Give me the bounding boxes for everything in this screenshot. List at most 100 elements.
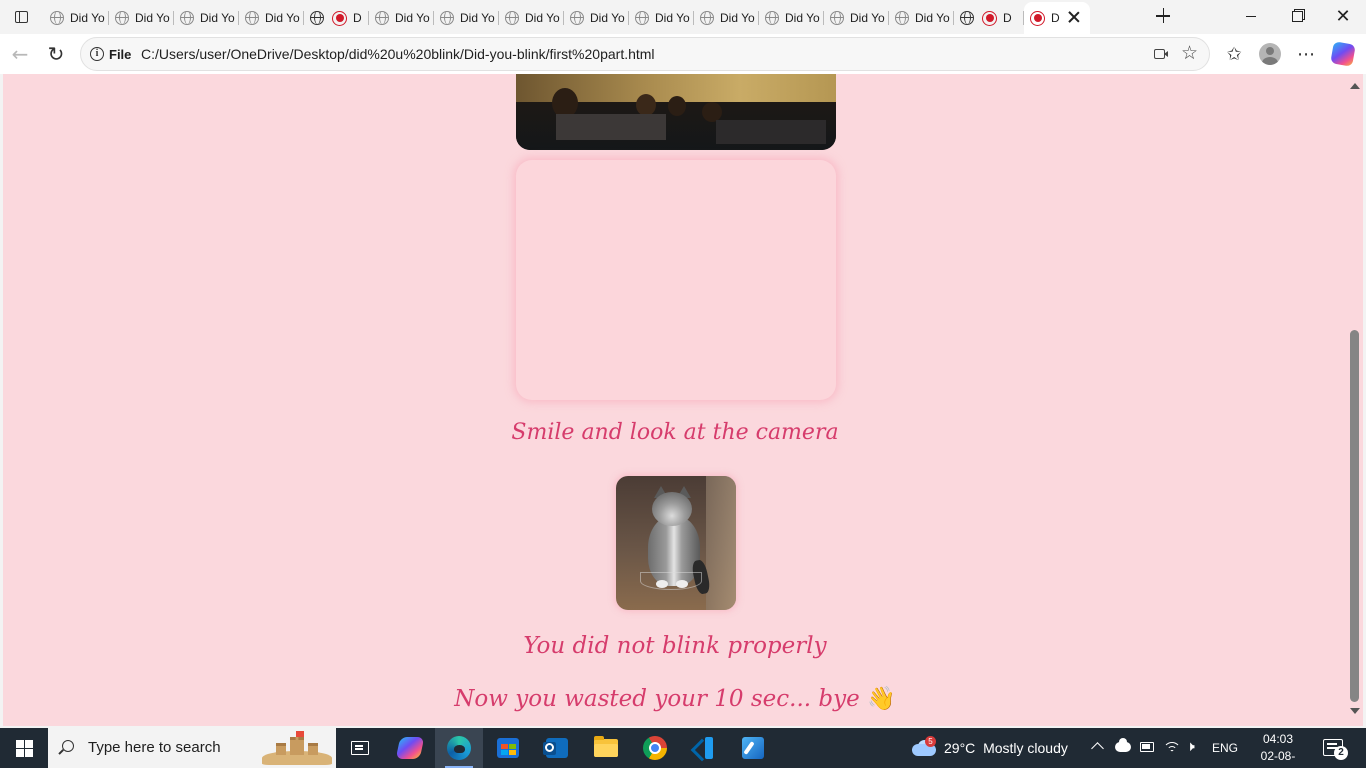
show-hidden-icons-icon[interactable] bbox=[1091, 742, 1104, 755]
reload-button[interactable]: ↻ bbox=[41, 38, 71, 70]
taskbar-search-input[interactable]: Type here to search bbox=[48, 728, 336, 768]
start-button[interactable] bbox=[0, 728, 48, 768]
back-button[interactable]: ← bbox=[5, 38, 35, 70]
copilot-icon bbox=[395, 737, 425, 759]
browser-tab[interactable]: Did Yo bbox=[889, 4, 954, 32]
taskbar-chrome-app[interactable] bbox=[631, 728, 679, 768]
taskbar-paint-app[interactable] bbox=[729, 728, 777, 768]
battery-icon[interactable] bbox=[1140, 742, 1154, 752]
new-tab-button[interactable] bbox=[1150, 4, 1176, 28]
taskbar-vscode-app[interactable] bbox=[680, 728, 728, 768]
tab-title: Did Yo bbox=[460, 11, 495, 25]
favorite-star-icon[interactable]: ☆ bbox=[1181, 42, 1198, 64]
close-window-button[interactable]: ✕ bbox=[1320, 0, 1366, 32]
tab-actions-icon bbox=[14, 11, 28, 23]
close-tab-icon[interactable] bbox=[1068, 11, 1080, 23]
tab-title: Did Yo bbox=[70, 11, 105, 25]
browser-tab[interactable]: Did Yo bbox=[824, 4, 889, 32]
browser-tab-active[interactable]: D bbox=[1024, 2, 1090, 34]
notification-count-badge: 2 bbox=[1334, 746, 1348, 760]
taskbar-edge-app[interactable] bbox=[435, 728, 483, 768]
more-dots-icon: ⋯ bbox=[1297, 43, 1315, 65]
globe-icon bbox=[505, 11, 519, 25]
url-text[interactable]: C:/Users/user/OneDrive/Desktop/did%20u%2… bbox=[141, 46, 655, 62]
weather-temperature: 29°C bbox=[944, 740, 976, 756]
browser-tab[interactable]: Did Yo bbox=[239, 4, 304, 32]
page-viewport: Smile and look at the camera You did not… bbox=[3, 74, 1347, 726]
globe-icon bbox=[570, 11, 584, 25]
weather-condition: Mostly cloudy bbox=[983, 740, 1068, 756]
tab-title: D bbox=[353, 11, 362, 25]
scrollbar-thumb[interactable] bbox=[1350, 330, 1359, 702]
scroll-down-arrow-icon[interactable] bbox=[1350, 708, 1360, 714]
onedrive-cloud-icon[interactable] bbox=[1115, 738, 1131, 752]
globe-icon bbox=[375, 11, 389, 25]
recording-icon bbox=[982, 10, 997, 26]
globe-icon bbox=[895, 11, 909, 25]
profile-button[interactable] bbox=[1254, 38, 1286, 70]
taskbar-store-app[interactable] bbox=[484, 728, 532, 768]
tab-title: Did Yo bbox=[850, 11, 885, 25]
info-icon[interactable]: i bbox=[90, 47, 104, 61]
restore-button[interactable] bbox=[1274, 0, 1320, 32]
taskbar-outlook-app[interactable] bbox=[533, 728, 581, 768]
copilot-button[interactable] bbox=[1327, 38, 1359, 70]
task-view-icon bbox=[351, 741, 369, 755]
globe-icon bbox=[440, 11, 454, 25]
globe-icon bbox=[700, 11, 714, 25]
weather-widget[interactable]: 29°C Mostly cloudy bbox=[944, 740, 1068, 756]
camera-in-use-icon[interactable] bbox=[1154, 49, 1168, 59]
settings-more-button[interactable]: ⋯ bbox=[1290, 38, 1322, 70]
waving-hand-icon: 👋 bbox=[867, 686, 896, 712]
browser-tab[interactable]: Did Yo bbox=[369, 4, 434, 32]
browser-tab[interactable]: Did Yo bbox=[694, 4, 759, 32]
volume-muted-icon[interactable]: 🕨 bbox=[1186, 739, 1195, 755]
goodbye-message: Now you wasted your 10 sec... bye 👋 bbox=[3, 685, 1347, 712]
tab-list: Did Yo Did Yo Did Yo Did Yo D Did Yo Did… bbox=[44, 2, 1090, 34]
captured-camera-image bbox=[516, 74, 836, 150]
browser-tab[interactable]: Did Yo bbox=[629, 4, 694, 32]
browser-tab[interactable]: Did Yo bbox=[44, 4, 109, 32]
minimize-button[interactable] bbox=[1228, 0, 1274, 32]
globe-icon bbox=[180, 11, 194, 25]
tab-title: Did Yo bbox=[655, 11, 690, 25]
browser-tab[interactable]: Did Yo bbox=[434, 4, 499, 32]
search-highlight-sandcastle-icon[interactable] bbox=[262, 731, 332, 765]
search-icon bbox=[62, 740, 74, 752]
task-view-button[interactable] bbox=[336, 728, 384, 768]
clock-time: 04:03 bbox=[1262, 732, 1294, 746]
browser-tab[interactable]: D bbox=[954, 4, 1024, 32]
taskbar-file-explorer-app[interactable] bbox=[582, 728, 630, 768]
tab-title: Did Yo bbox=[720, 11, 755, 25]
tab-title: Did Yo bbox=[590, 11, 625, 25]
browser-tab[interactable]: Did Yo bbox=[759, 4, 824, 32]
browser-tab[interactable]: Did Yo bbox=[499, 4, 564, 32]
browser-toolbar: ← ↻ i File C:/Users/user/OneDrive/Deskto… bbox=[0, 34, 1366, 74]
browser-tab[interactable]: D bbox=[304, 4, 369, 32]
browser-tab[interactable]: Did Yo bbox=[174, 4, 239, 32]
windows-logo-icon bbox=[15, 739, 33, 757]
weather-badge: 5 bbox=[925, 736, 936, 747]
reload-icon: ↻ bbox=[47, 42, 65, 66]
tab-actions-button[interactable] bbox=[8, 5, 34, 29]
microsoft-store-icon bbox=[497, 738, 519, 758]
site-info-label[interactable]: File bbox=[109, 47, 131, 62]
page-scrollbar[interactable] bbox=[1347, 74, 1363, 726]
globe-icon bbox=[310, 11, 324, 25]
system-clock[interactable]: 04:03 02-08-2025 bbox=[1248, 731, 1308, 768]
taskbar-copilot-app[interactable] bbox=[386, 728, 434, 768]
address-bar[interactable]: i File C:/Users/user/OneDrive/Desktop/di… bbox=[80, 37, 1210, 71]
globe-icon bbox=[765, 11, 779, 25]
language-indicator[interactable]: ENG bbox=[1212, 741, 1238, 755]
vscode-icon bbox=[693, 737, 715, 759]
browser-tab[interactable]: Did Yo bbox=[564, 4, 629, 32]
instruction-text: Smile and look at the camera bbox=[511, 420, 839, 445]
tab-title: Did Yo bbox=[135, 11, 170, 25]
browser-tab[interactable]: Did Yo bbox=[109, 4, 174, 32]
tab-strip: Did Yo Did Yo Did Yo Did Yo D Did Yo Did… bbox=[0, 0, 1366, 34]
favorites-button[interactable]: ✩ bbox=[1218, 38, 1250, 70]
wifi-icon[interactable] bbox=[1163, 740, 1181, 754]
edge-icon bbox=[447, 736, 471, 760]
scroll-up-arrow-icon[interactable] bbox=[1350, 83, 1360, 89]
cat-image bbox=[616, 476, 736, 610]
